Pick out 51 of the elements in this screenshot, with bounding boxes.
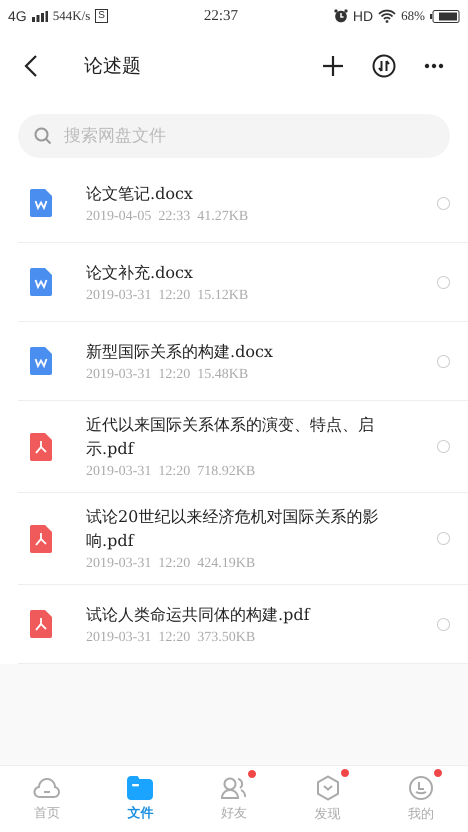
notification-icon: S	[95, 9, 108, 23]
file-row[interactable]: 论文笔记.docx 2019-04-05 22:33 41.27KB	[18, 164, 468, 243]
file-name: 论文补充.docx	[86, 262, 193, 284]
speed-label: 544K/s	[52, 8, 90, 24]
file-row[interactable]: 新型国际关系的构建.docx 2019-03-31 12:20 15.48KB	[18, 322, 468, 401]
wifi-icon	[378, 9, 396, 23]
select-radio[interactable]	[437, 354, 450, 368]
transfer-icon[interactable]	[372, 54, 396, 78]
people-icon	[220, 776, 248, 800]
file-name: 试论人类命运共同体的构建.pdf	[86, 604, 310, 626]
file-name: 近代以来国际关系体系的演变、特点、启示.pdf	[86, 414, 375, 460]
clock: 22:37	[204, 8, 238, 24]
network-label: 4G	[8, 8, 27, 24]
hexagon-icon	[314, 775, 341, 801]
search-icon	[34, 127, 52, 145]
file-row[interactable]: 试论20世纪以来经济危机对国际关系的影响.pdf 2019-03-31 12:20 424.19KB	[18, 493, 468, 585]
add-icon[interactable]	[322, 55, 344, 77]
word-file-icon	[30, 268, 52, 296]
file-meta: 2019-04-05 22:33 41.27KB	[86, 208, 248, 224]
word-file-icon	[30, 189, 52, 217]
hd-label: HD	[352, 8, 374, 24]
pdf-file-icon	[30, 524, 52, 552]
back-icon[interactable]	[24, 54, 38, 78]
select-radio[interactable]	[437, 196, 450, 210]
select-radio[interactable]	[437, 440, 450, 453]
select-radio[interactable]	[437, 618, 450, 630]
signal-icon	[32, 10, 48, 22]
file-name: 试论20世纪以来经济危机对国际关系的影响.pdf	[86, 506, 380, 552]
page-title: 论述题	[84, 54, 141, 79]
file-meta: 2019-03-31 12:20 718.92KB	[86, 464, 256, 480]
battery-icon	[430, 10, 460, 22]
file-row[interactable]: 近代以来国际关系体系的演变、特点、启示.pdf 2019-03-31 12:20 718.92KB	[18, 401, 468, 493]
file-meta: 2019-03-31 12:20 15.48KB	[86, 366, 248, 382]
file-name: 论文笔记.docx	[86, 182, 193, 204]
file-name: 新型国际关系的构建.docx	[86, 340, 273, 362]
file-meta: 2019-03-31 12:20 15.12KB	[86, 288, 248, 304]
battery-label: 68%	[401, 8, 425, 24]
search-field[interactable]: 搜索网盘文件	[18, 114, 450, 158]
file-row[interactable]: 论文补充.docx 2019-03-31 12:20 15.12KB	[18, 243, 468, 322]
word-file-icon	[30, 347, 52, 375]
file-meta: 2019-03-31 12:20 424.19KB	[86, 556, 256, 572]
pdf-file-icon	[30, 432, 52, 460]
file-meta: 2019-03-31 12:20 373.50KB	[86, 630, 256, 646]
select-radio[interactable]	[437, 276, 450, 288]
select-radio[interactable]	[437, 532, 450, 545]
folder-icon	[127, 776, 154, 800]
pdf-file-icon	[30, 610, 52, 638]
face-icon	[408, 775, 434, 801]
alarm-icon	[334, 9, 348, 23]
more-icon[interactable]	[424, 63, 444, 69]
cloud-icon	[32, 776, 61, 800]
